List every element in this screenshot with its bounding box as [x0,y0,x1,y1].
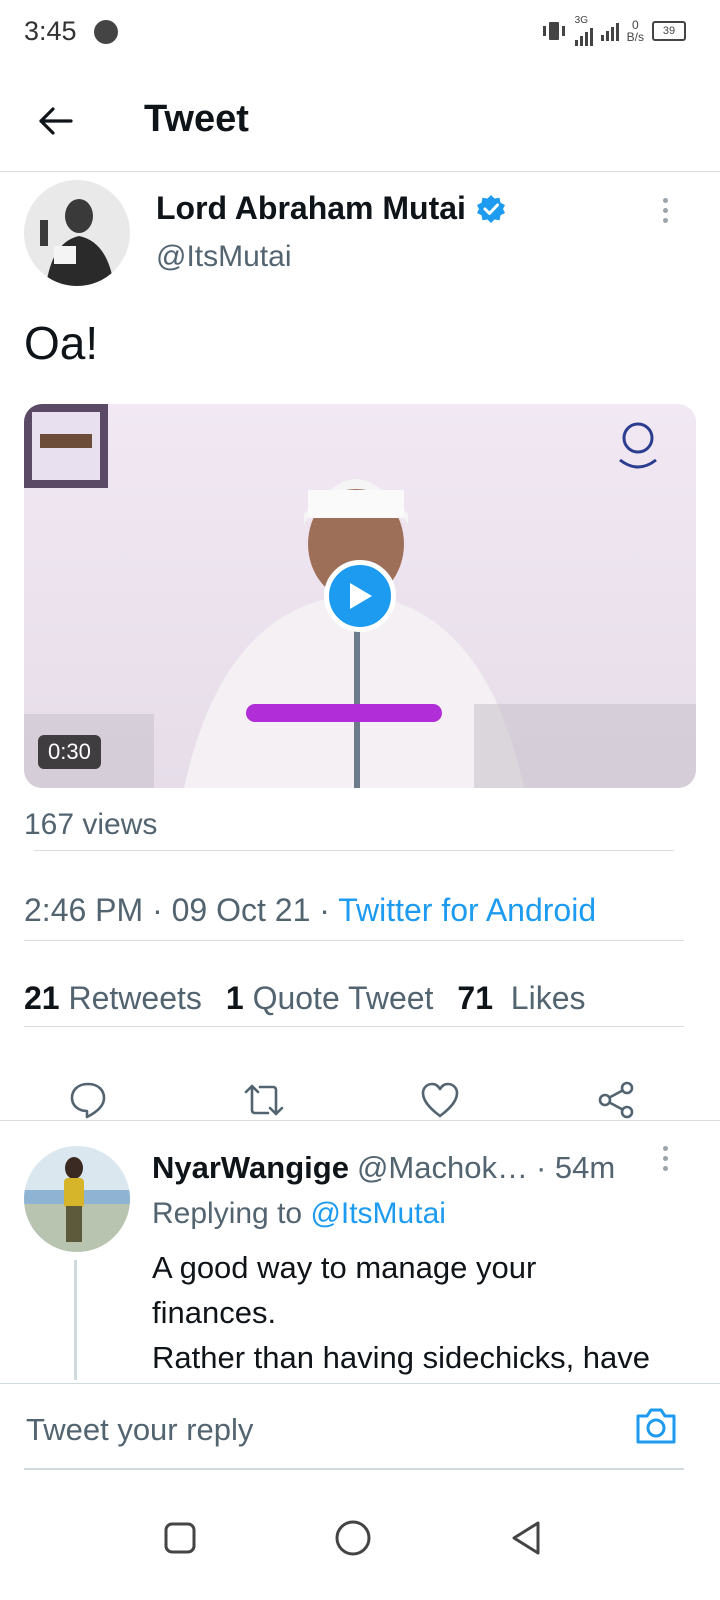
replying-to-mention[interactable]: @ItsMutai [310,1197,445,1230]
replying-to-prefix: Replying to [152,1197,303,1230]
battery-icon: 39 [652,21,686,41]
system-back-button[interactable] [496,1508,556,1568]
retweet-icon [244,1084,284,1116]
likes-label: Likes [510,980,586,1016]
camera-button[interactable] [634,1406,684,1456]
circle-icon [335,1520,371,1556]
reply-header: NyarWangige @Machok… · 54m [152,1150,615,1186]
replying-to: Replying to @ItsMutai [152,1197,446,1231]
reply-avatar-image [24,1146,130,1252]
header-divider [0,171,720,172]
tweet-time: 2:46 PM [24,892,144,928]
heart-icon [421,1082,459,1118]
network-type: 3G [574,15,588,26]
likes-count: 71 [457,980,494,1016]
author-name-row[interactable]: Lord Abraham Mutai [156,190,506,227]
tweet-text: Oa! [24,317,99,369]
reply-more-button[interactable] [663,1146,668,1171]
tweet-more-button[interactable] [663,198,668,223]
video-duration: 0:30 [38,735,101,769]
retweets-stat[interactable]: 21 Retweets [24,980,202,1017]
vibrate-icon [542,22,565,40]
network-speed-unit: B/s [626,30,644,44]
like-button[interactable] [410,1070,470,1130]
reply-author-handle[interactable]: @Machok… [357,1150,528,1186]
reply-text: A good way to manage your finances. Rath… [152,1245,700,1380]
back-button[interactable] [30,96,80,146]
status-time: 3:45 [24,16,77,46]
camera-icon [636,1408,676,1444]
meta-separator: · [319,892,339,928]
verified-badge-icon [476,194,505,223]
notification-dot-icon [94,20,118,44]
tweet-date: 09 Oct 21 [171,892,311,928]
battery-level: 39 [662,25,676,37]
recents-button[interactable] [150,1508,210,1568]
tweet-meta: 2:46 PM · 09 Oct 21 · Twitter for Androi… [24,892,596,929]
view-count: 167 views [24,808,158,841]
home-button[interactable] [323,1508,383,1568]
thread-line [74,1260,77,1380]
arrow-left-icon [39,107,73,135]
reply-avatar[interactable] [24,1146,130,1252]
signal-icon [574,26,593,46]
likes-stat[interactable]: 71 Likes [457,980,585,1017]
author-avatar[interactable] [24,180,130,286]
reply-button[interactable] [58,1070,118,1130]
author-handle[interactable]: @ItsMutai [156,240,291,274]
triangle-back-icon [512,1521,540,1555]
network-speed: 0 B/s [627,19,644,43]
quotes-label: Quote Tweet [252,980,434,1016]
comment-icon [70,1082,106,1119]
system-nav-bar [0,1480,720,1600]
reply-author-name[interactable]: NyarWangige [152,1150,349,1186]
status-icons: 3G 0 B/s 39 [541,16,686,46]
reply-input[interactable] [24,1404,618,1456]
retweets-label: Retweets [68,980,202,1016]
engagement-counts: 21 Retweets 1 Quote Tweet 71 Likes [24,980,586,1017]
reply-time: · 54m [535,1150,616,1185]
reply-text-line: Rather than having sidechicks, have [152,1340,651,1375]
retweet-button[interactable] [234,1070,294,1130]
tweet-source-link[interactable]: Twitter for Android [338,892,596,928]
share-button[interactable] [586,1070,646,1130]
page-title: Tweet [144,98,249,140]
meta-separator: · [152,892,172,928]
quotes-count: 1 [225,980,244,1016]
share-icon [598,1081,634,1119]
retweets-count: 21 [24,980,60,1016]
square-icon [164,1522,196,1554]
signal-icon-2 [600,21,619,41]
reply-composer [0,1383,720,1480]
play-icon [350,583,372,609]
author-avatar-image [24,180,130,286]
composer-underline [24,1468,684,1470]
reply-text-line: finances. [152,1295,277,1330]
counts-divider [24,1026,684,1027]
reply-text-line: A good way to manage your [152,1250,537,1285]
meta-divider [24,940,684,941]
actions-divider [0,1120,720,1121]
author-name[interactable]: Lord Abraham Mutai [156,190,466,227]
quotes-stat[interactable]: 1 Quote Tweet [226,980,434,1017]
play-button[interactable] [324,560,396,632]
views-divider [34,850,674,851]
